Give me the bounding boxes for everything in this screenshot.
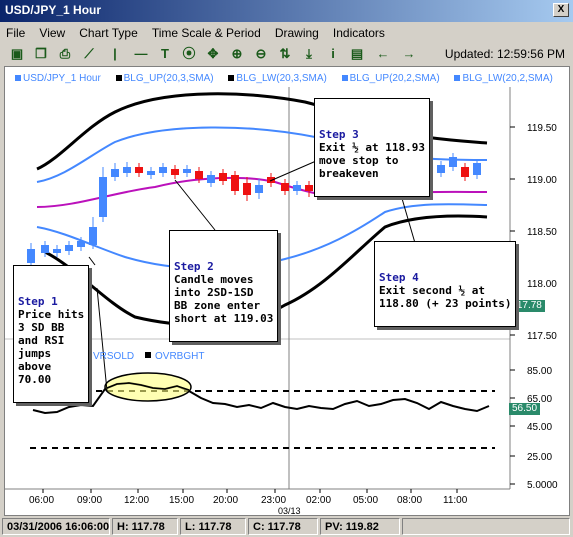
- price-tick-4: 117.50: [527, 331, 557, 342]
- title-bar: USD/JPY_1 Hour X: [0, 0, 573, 22]
- zoom-in-icon[interactable]: ⊕: [228, 45, 246, 63]
- time-tick-4: 20:00: [213, 495, 238, 506]
- candle-body: [243, 183, 251, 195]
- time-tick-1: 09:00: [77, 495, 102, 506]
- rsi-tick-2: 45.00: [527, 422, 552, 433]
- callout-step3: Step 3 Exit ½ at 118.93 move stop to brea…: [314, 98, 430, 197]
- candle-body: [77, 241, 85, 247]
- rsi-tick-0: 85.00: [527, 366, 552, 377]
- status-datetime: 03/31/2006 16:06:00: [2, 518, 110, 535]
- move-icon[interactable]: ✥: [204, 45, 222, 63]
- candle-body: [231, 175, 239, 191]
- time-tick-0: 06:00: [29, 495, 54, 506]
- toolbar: ▣ ❐ ⎙ ⟋ | — T ⦿ ✥ ⊕ ⊖ ⇅ ⤓ i ▤ ← → Update…: [0, 42, 573, 66]
- rsi-line: [32, 381, 490, 415]
- candle-body: [305, 185, 313, 191]
- candle-body: [99, 177, 107, 217]
- time-tick-6: 02:00: [306, 495, 331, 506]
- step2-pointer: [174, 179, 216, 231]
- candle-body: [195, 171, 203, 179]
- chart-area[interactable]: USD/JPY_1 Hour BLG_UP(20,3,SMA) BLG_LW(2…: [4, 66, 570, 516]
- rsi-tick-4: 5.0000: [527, 480, 558, 491]
- candle-body: [449, 157, 457, 167]
- time-tick-3: 15:00: [169, 495, 194, 506]
- rsi-tag: 56.50: [509, 403, 541, 415]
- status-close: C: 117.78: [248, 518, 318, 535]
- candle-body: [53, 249, 61, 253]
- candle-body: [219, 173, 227, 181]
- candle-body: [255, 185, 263, 193]
- menu-bar: File View Chart Type Time Scale & Period…: [0, 24, 573, 42]
- date-label: 03/13: [278, 506, 301, 516]
- menu-drawing[interactable]: Drawing: [269, 24, 324, 40]
- candle-body: [65, 245, 73, 251]
- time-tick-5: 23:00: [261, 495, 286, 506]
- time-tick-2: 12:00: [124, 495, 149, 506]
- status-bar: 03/31/2006 16:06:00 H: 117.78 L: 117.78 …: [0, 516, 573, 537]
- candle-body: [111, 169, 119, 177]
- rsi-tick-3: 25.00: [527, 452, 552, 463]
- callout-step2: Step 2 Candle moves into 2SD-1SD BB zone …: [169, 230, 279, 342]
- download-icon[interactable]: ⤓: [300, 45, 318, 63]
- rsi-legend-marker: [145, 352, 151, 358]
- menu-view[interactable]: View: [33, 24, 70, 40]
- menu-file[interactable]: File: [0, 24, 30, 40]
- menu-chart-type[interactable]: Chart Type: [73, 24, 142, 40]
- status-pv: PV: 119.82: [320, 518, 400, 535]
- save-icon[interactable]: ▣: [8, 45, 26, 63]
- arrow-right-icon[interactable]: →: [400, 45, 418, 63]
- candle-body: [461, 167, 469, 177]
- fit-icon[interactable]: ⇅: [276, 45, 294, 63]
- candle-body: [473, 163, 481, 175]
- status-high: H: 117.78: [112, 518, 178, 535]
- line-draw-icon[interactable]: ⟋: [80, 45, 98, 63]
- status-empty: [402, 518, 570, 535]
- time-tick-8: 08:00: [397, 495, 422, 506]
- price-tick-0: 119.50: [527, 123, 557, 134]
- step1-pointer-2: [88, 256, 96, 266]
- menu-time-scale[interactable]: Time Scale & Period: [146, 24, 266, 40]
- candle-body: [171, 169, 179, 175]
- vertical-line-icon[interactable]: |: [106, 45, 124, 63]
- copy-icon[interactable]: ❐: [32, 45, 50, 63]
- candle-body: [281, 183, 289, 191]
- candle-body: [27, 249, 35, 263]
- info-icon[interactable]: i: [324, 45, 342, 63]
- candle-body: [89, 227, 97, 245]
- candle-body: [159, 167, 167, 173]
- arrow-left-icon[interactable]: ←: [374, 45, 392, 63]
- horizontal-line-icon[interactable]: —: [132, 45, 150, 63]
- rsi-legend-overbought: OVRBGHT: [155, 351, 204, 362]
- candle-body: [147, 171, 155, 175]
- candle-body: [135, 167, 143, 173]
- window-title: USD/JPY_1 Hour: [5, 3, 102, 17]
- status-low: L: 117.78: [180, 518, 246, 535]
- zoom-out-icon[interactable]: ⊖: [252, 45, 270, 63]
- time-tick-7: 05:00: [353, 495, 378, 506]
- time-tick-9: 11:00: [443, 495, 468, 506]
- callout-step1: Step 1 Price hits 3 SD BB and RSI jumps a…: [13, 265, 90, 403]
- price-tick-2: 118.50: [527, 227, 557, 238]
- candle-body: [267, 177, 275, 183]
- candle-body: [207, 175, 215, 183]
- rsi-legend-oversold: VRSOLD: [93, 351, 134, 362]
- close-button[interactable]: X: [553, 3, 569, 17]
- price-tick-3: 118.00: [527, 279, 557, 290]
- chart-icon[interactable]: ▤: [348, 45, 366, 63]
- text-icon[interactable]: T: [156, 45, 174, 63]
- record-icon[interactable]: ⦿: [180, 45, 198, 63]
- candle-body: [437, 165, 445, 173]
- candle-body: [293, 185, 301, 191]
- candle-body: [41, 245, 49, 253]
- price-tick-1: 119.00: [527, 175, 557, 186]
- candle-body: [123, 167, 131, 173]
- callout-step4: Step 4 Exit second ½ at 118.80 (+ 23 poin…: [374, 241, 517, 327]
- menu-indicators[interactable]: Indicators: [327, 24, 390, 40]
- candle-body: [183, 169, 191, 173]
- print-icon[interactable]: ⎙: [56, 45, 74, 63]
- updated-time: Updated: 12:59:56 PM: [444, 47, 565, 61]
